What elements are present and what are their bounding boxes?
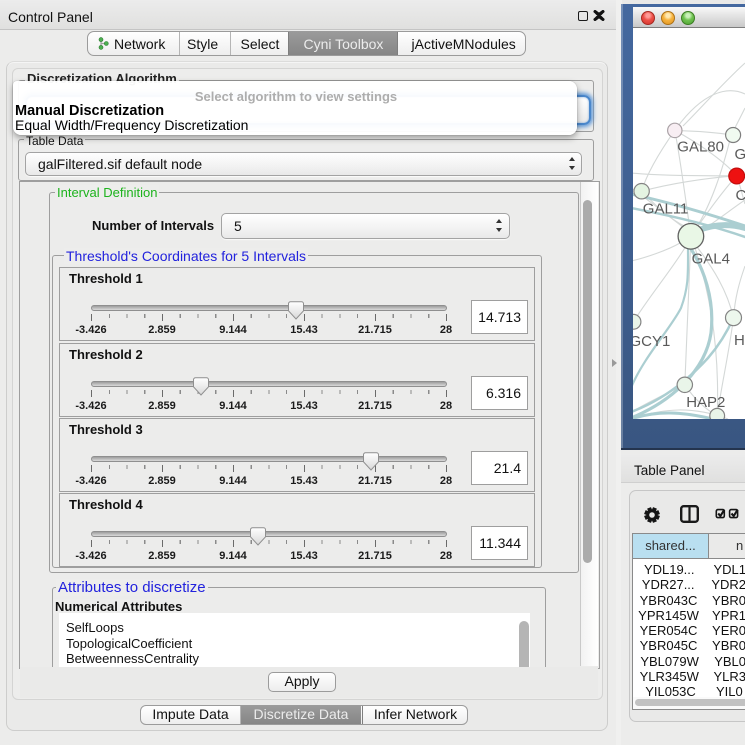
- svg-text:GAL11: GAL11: [643, 201, 689, 218]
- svg-text:GAL80: GAL80: [677, 139, 724, 156]
- svg-text:GAL4: GAL4: [692, 251, 730, 268]
- svg-text:HAP2: HAP2: [686, 394, 725, 411]
- svg-text:C: C: [736, 187, 745, 204]
- svg-text:GA: GA: [735, 146, 745, 163]
- svg-text:GCY1: GCY1: [633, 333, 670, 350]
- svg-text:H: H: [734, 332, 745, 349]
